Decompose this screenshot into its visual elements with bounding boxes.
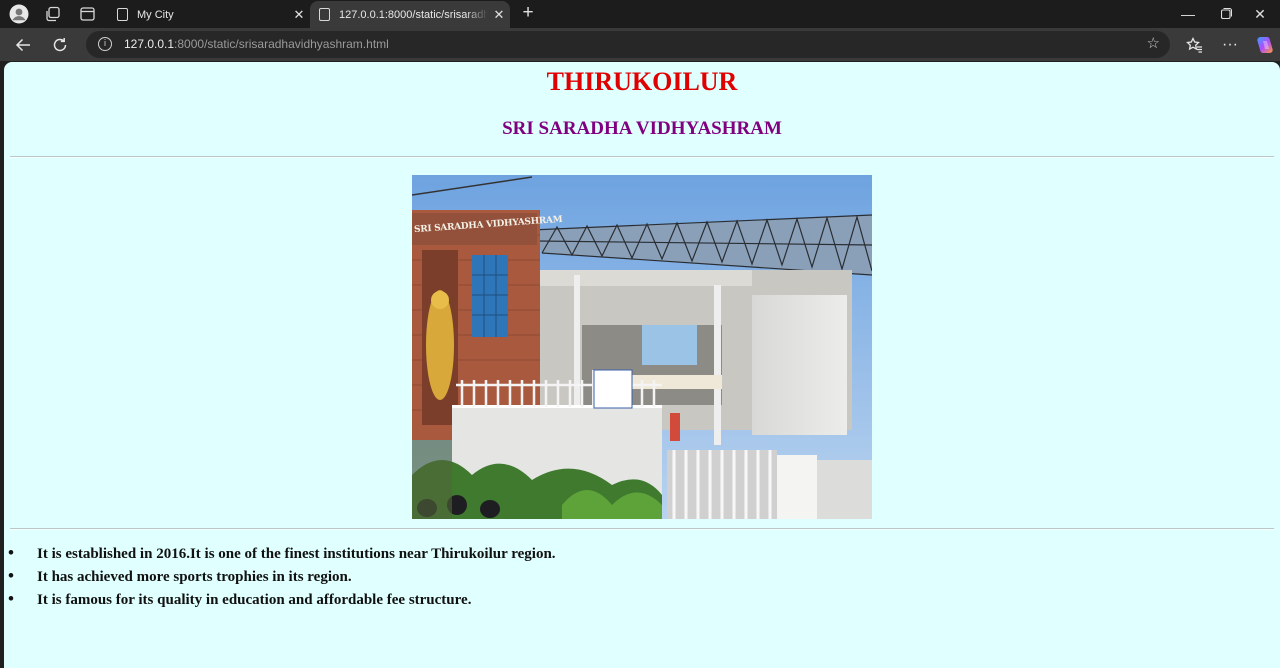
page-title: THIRUKOILUR [546,67,738,96]
workspaces-icon[interactable] [42,4,64,24]
info-icon[interactable]: i [98,37,112,51]
tab-strip: My City ✕ 127.0.0.1:8000/static/srisarad… [0,0,1280,28]
tab-title: 127.0.0.1:8000/static/srisaradhavidhyash… [339,8,488,21]
address-bar[interactable]: i 127.0.0.1:8000/static/srisaradhavidhya… [86,31,1170,58]
tab-my-city[interactable]: My City ✕ [108,1,310,28]
new-tab-button[interactable]: + [516,2,540,24]
page-icon [117,8,128,21]
back-icon[interactable] [9,32,37,58]
tab-srisaradhavidhyashram[interactable]: 127.0.0.1:8000/static/srisaradhavidhyash… [310,1,510,28]
more-icon[interactable]: ··· [1216,32,1244,58]
close-icon[interactable]: ✕ [488,7,510,23]
copilot-icon[interactable] [1251,32,1279,58]
list-item: It has achieved more sports trophies in … [4,566,556,590]
divider [10,156,1274,158]
url-path: :8000/static/srisaradhavidhyashram.html [174,37,389,51]
page-viewport: THIRUKOILUR SRI SARADHA VIDHYASHRAM SRI … [4,62,1280,668]
page-icon [319,8,330,21]
close-window-button[interactable]: ✕ [1240,3,1280,25]
tab-actions-icon[interactable] [76,4,98,24]
profile-icon[interactable] [8,4,30,24]
list-item: It is famous for its quality in educatio… [4,589,556,613]
url-host: 127.0.0.1 [124,37,175,51]
info-list: It is established in 2016.It is one of t… [4,543,556,613]
close-icon[interactable]: ✕ [288,7,310,23]
list-item: It is established in 2016.It is one of t… [4,543,556,567]
star-icon[interactable]: ☆ [1147,34,1160,52]
page-subtitle: SRI SARADHA VIDHYASHRAM [502,118,782,139]
school-photo: SRI SARADHA VIDHYASHRAM [412,175,872,519]
favorites-icon[interactable] [1180,32,1208,58]
url-text[interactable]: 127.0.0.1:8000/static/srisaradhavidhyash… [124,37,389,51]
minimize-button[interactable]: — [1168,3,1208,25]
tab-title: My City [137,8,174,21]
divider [10,528,1274,530]
browser-toolbar: i 127.0.0.1:8000/static/srisaradhavidhya… [0,28,1280,61]
refresh-icon[interactable] [46,32,74,58]
